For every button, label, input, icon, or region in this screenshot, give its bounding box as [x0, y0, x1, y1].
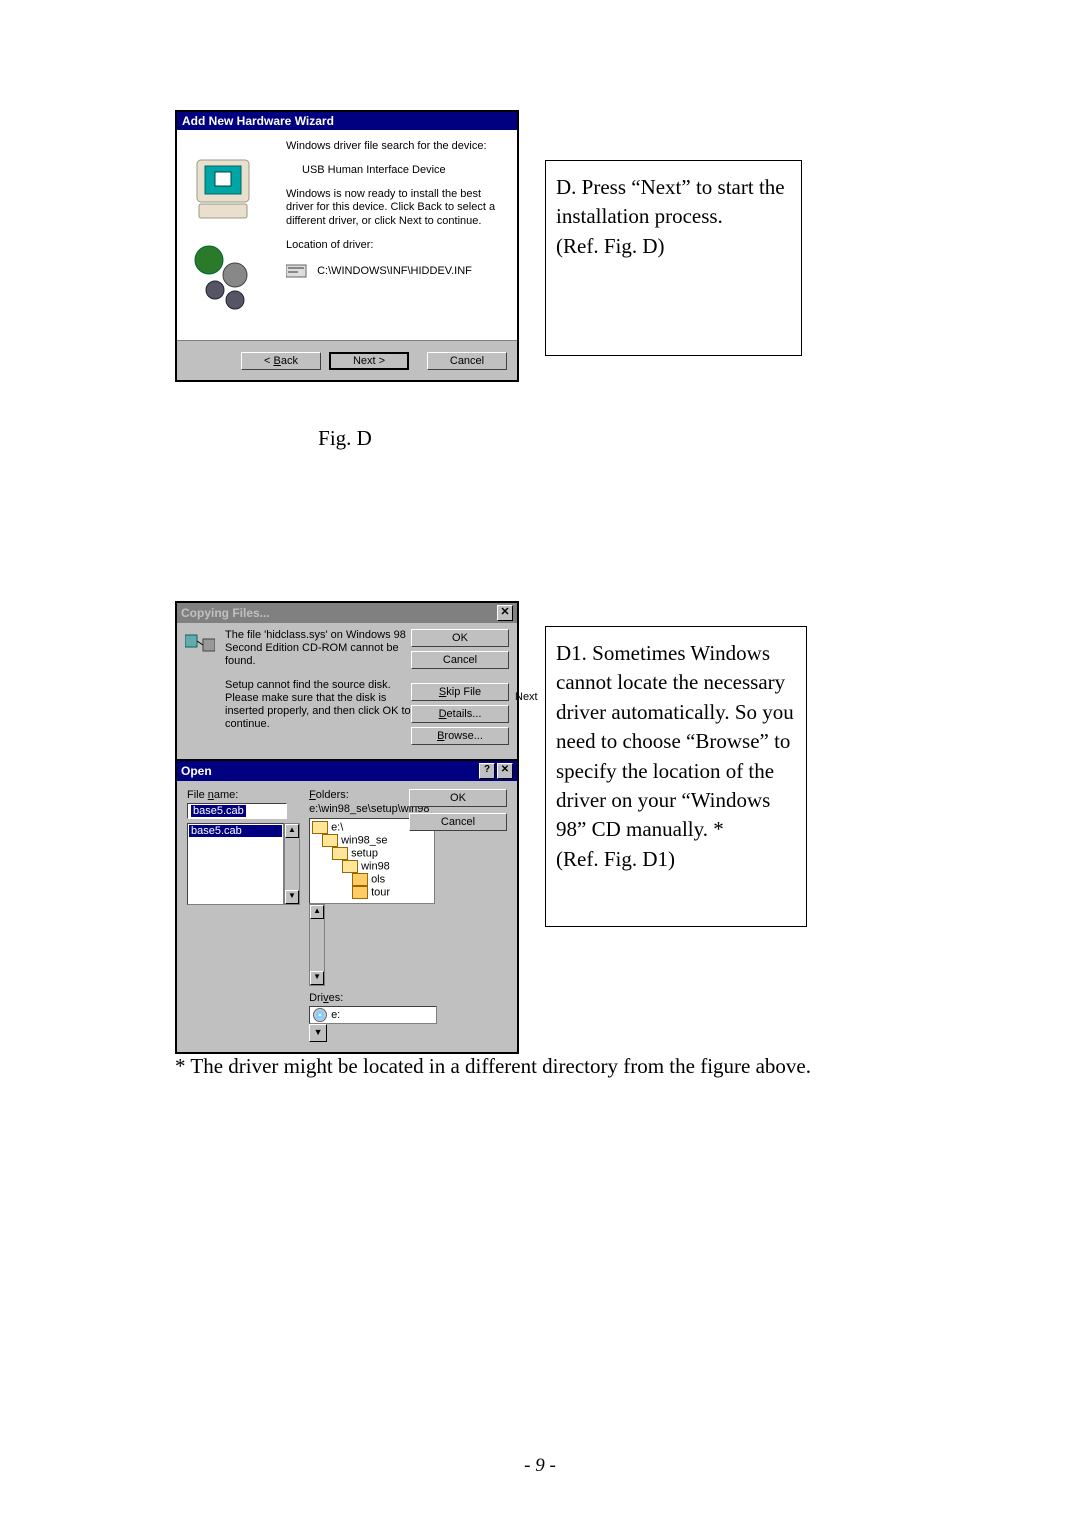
figure-d-caption: Fig. D — [175, 426, 515, 451]
disk-transfer-icon — [185, 631, 215, 655]
copying-files-title: Copying Files... — [181, 606, 270, 620]
ok-button[interactable]: OK — [411, 629, 509, 647]
figure-d1-row: Copying Files... ✕ The file 'hidclass.sy… — [175, 601, 915, 971]
file-list[interactable]: base5.cab — [187, 823, 284, 905]
instruction-d1-text: D1. Sometimes Windows cannot locate the … — [556, 639, 796, 845]
document-icon — [286, 263, 308, 279]
folder-item[interactable]: win98 — [312, 860, 432, 873]
open-titlebar: Open ? ✕ — [177, 761, 517, 781]
wizard-button-row: < Back Next > Cancel — [177, 340, 517, 380]
wizard-text-panel: Windows driver file search for the devic… — [282, 130, 517, 340]
next-button[interactable]: Next > — [329, 352, 409, 370]
cancel-button[interactable]: Cancel — [409, 813, 507, 831]
instruction-box-d: D. Press “Next” to start the installatio… — [545, 160, 802, 356]
folder-item[interactable]: win98_se — [312, 834, 432, 847]
wizard-location-label: Location of driver: — [286, 239, 509, 253]
help-icon[interactable]: ? — [479, 763, 495, 779]
file-name-input[interactable]: base5.cab — [187, 803, 287, 819]
document-page: Add New Hardware Wizard Window — [175, 110, 915, 1079]
figure-d-row: Add New Hardware Wizard Window — [175, 110, 915, 410]
instruction-d1-ref: (Ref. Fig. D1) — [556, 845, 796, 874]
open-dialog: Open ? ✕ File name: base5.cab base5.cab … — [175, 759, 519, 1054]
instruction-box-d1: D1. Sometimes Windows cannot locate the … — [545, 626, 807, 927]
wizard-location-path: C:\WINDOWS\INF\HIDDEV.INF — [286, 263, 509, 279]
browse-button[interactable]: Browse... — [411, 727, 509, 745]
wizard-path-text: C:\WINDOWS\INF\HIDDEV.INF — [317, 264, 472, 276]
footnote-text: * The driver might be located in a diffe… — [175, 1054, 915, 1079]
instruction-d-ref: (Ref. Fig. D) — [556, 232, 791, 261]
file-list-item[interactable]: base5.cab — [189, 825, 282, 837]
wizard-ready-text: Windows is now ready to install the best… — [286, 188, 509, 229]
wizard-device-name: USB Human Interface Device — [302, 164, 509, 178]
folder-open-icon — [342, 860, 358, 873]
folder-icon — [352, 873, 368, 886]
drives-label: Drives: — [309, 992, 449, 1004]
wizard-art-icon — [177, 130, 282, 340]
folder-icon — [352, 886, 368, 899]
skip-file-button[interactable]: Skip File — [411, 683, 509, 701]
wizard-search-line: Windows driver file search for the devic… — [286, 140, 509, 154]
wizard-title-bar: Add New Hardware Wizard — [177, 112, 517, 130]
scrollbar[interactable]: ▲▼ — [309, 904, 325, 986]
folder-item[interactable]: tour — [312, 886, 432, 899]
drive-select[interactable]: e: — [309, 1006, 437, 1024]
folder-open-icon — [322, 834, 338, 847]
close-icon[interactable]: ✕ — [497, 605, 513, 621]
copying-files-titlebar: Copying Files... ✕ — [177, 603, 517, 623]
cancel-button[interactable]: Cancel — [427, 352, 507, 370]
folder-open-icon — [332, 847, 348, 860]
copy-message-1: The file 'hidclass.sys' on Windows 98 Se… — [225, 629, 415, 669]
scrollbar[interactable]: ▲▼ — [284, 823, 300, 905]
back-button[interactable]: < Back — [241, 352, 321, 370]
page-number: - 9 - — [0, 1455, 1080, 1477]
folder-open-icon — [312, 821, 328, 834]
dropdown-arrow-icon[interactable]: ▼ — [309, 1024, 327, 1042]
add-hardware-wizard-dialog: Add New Hardware Wizard Window — [175, 110, 519, 382]
file-name-label: File name: — [187, 789, 302, 801]
details-button[interactable]: Details... — [411, 705, 509, 723]
copy-message-2: Setup cannot find the source disk. Pleas… — [225, 679, 415, 732]
ok-button[interactable]: OK — [409, 789, 507, 807]
folder-item[interactable]: setup — [312, 847, 432, 860]
folder-item[interactable]: ols — [312, 873, 432, 886]
instruction-d-text: D. Press “Next” to start the installatio… — [556, 173, 791, 232]
partial-next-button[interactable]: Next — [515, 691, 543, 703]
cd-icon — [313, 1008, 327, 1022]
open-title-text: Open — [181, 764, 212, 778]
cancel-button[interactable]: Cancel — [411, 651, 509, 669]
close-icon[interactable]: ✕ — [497, 763, 513, 779]
